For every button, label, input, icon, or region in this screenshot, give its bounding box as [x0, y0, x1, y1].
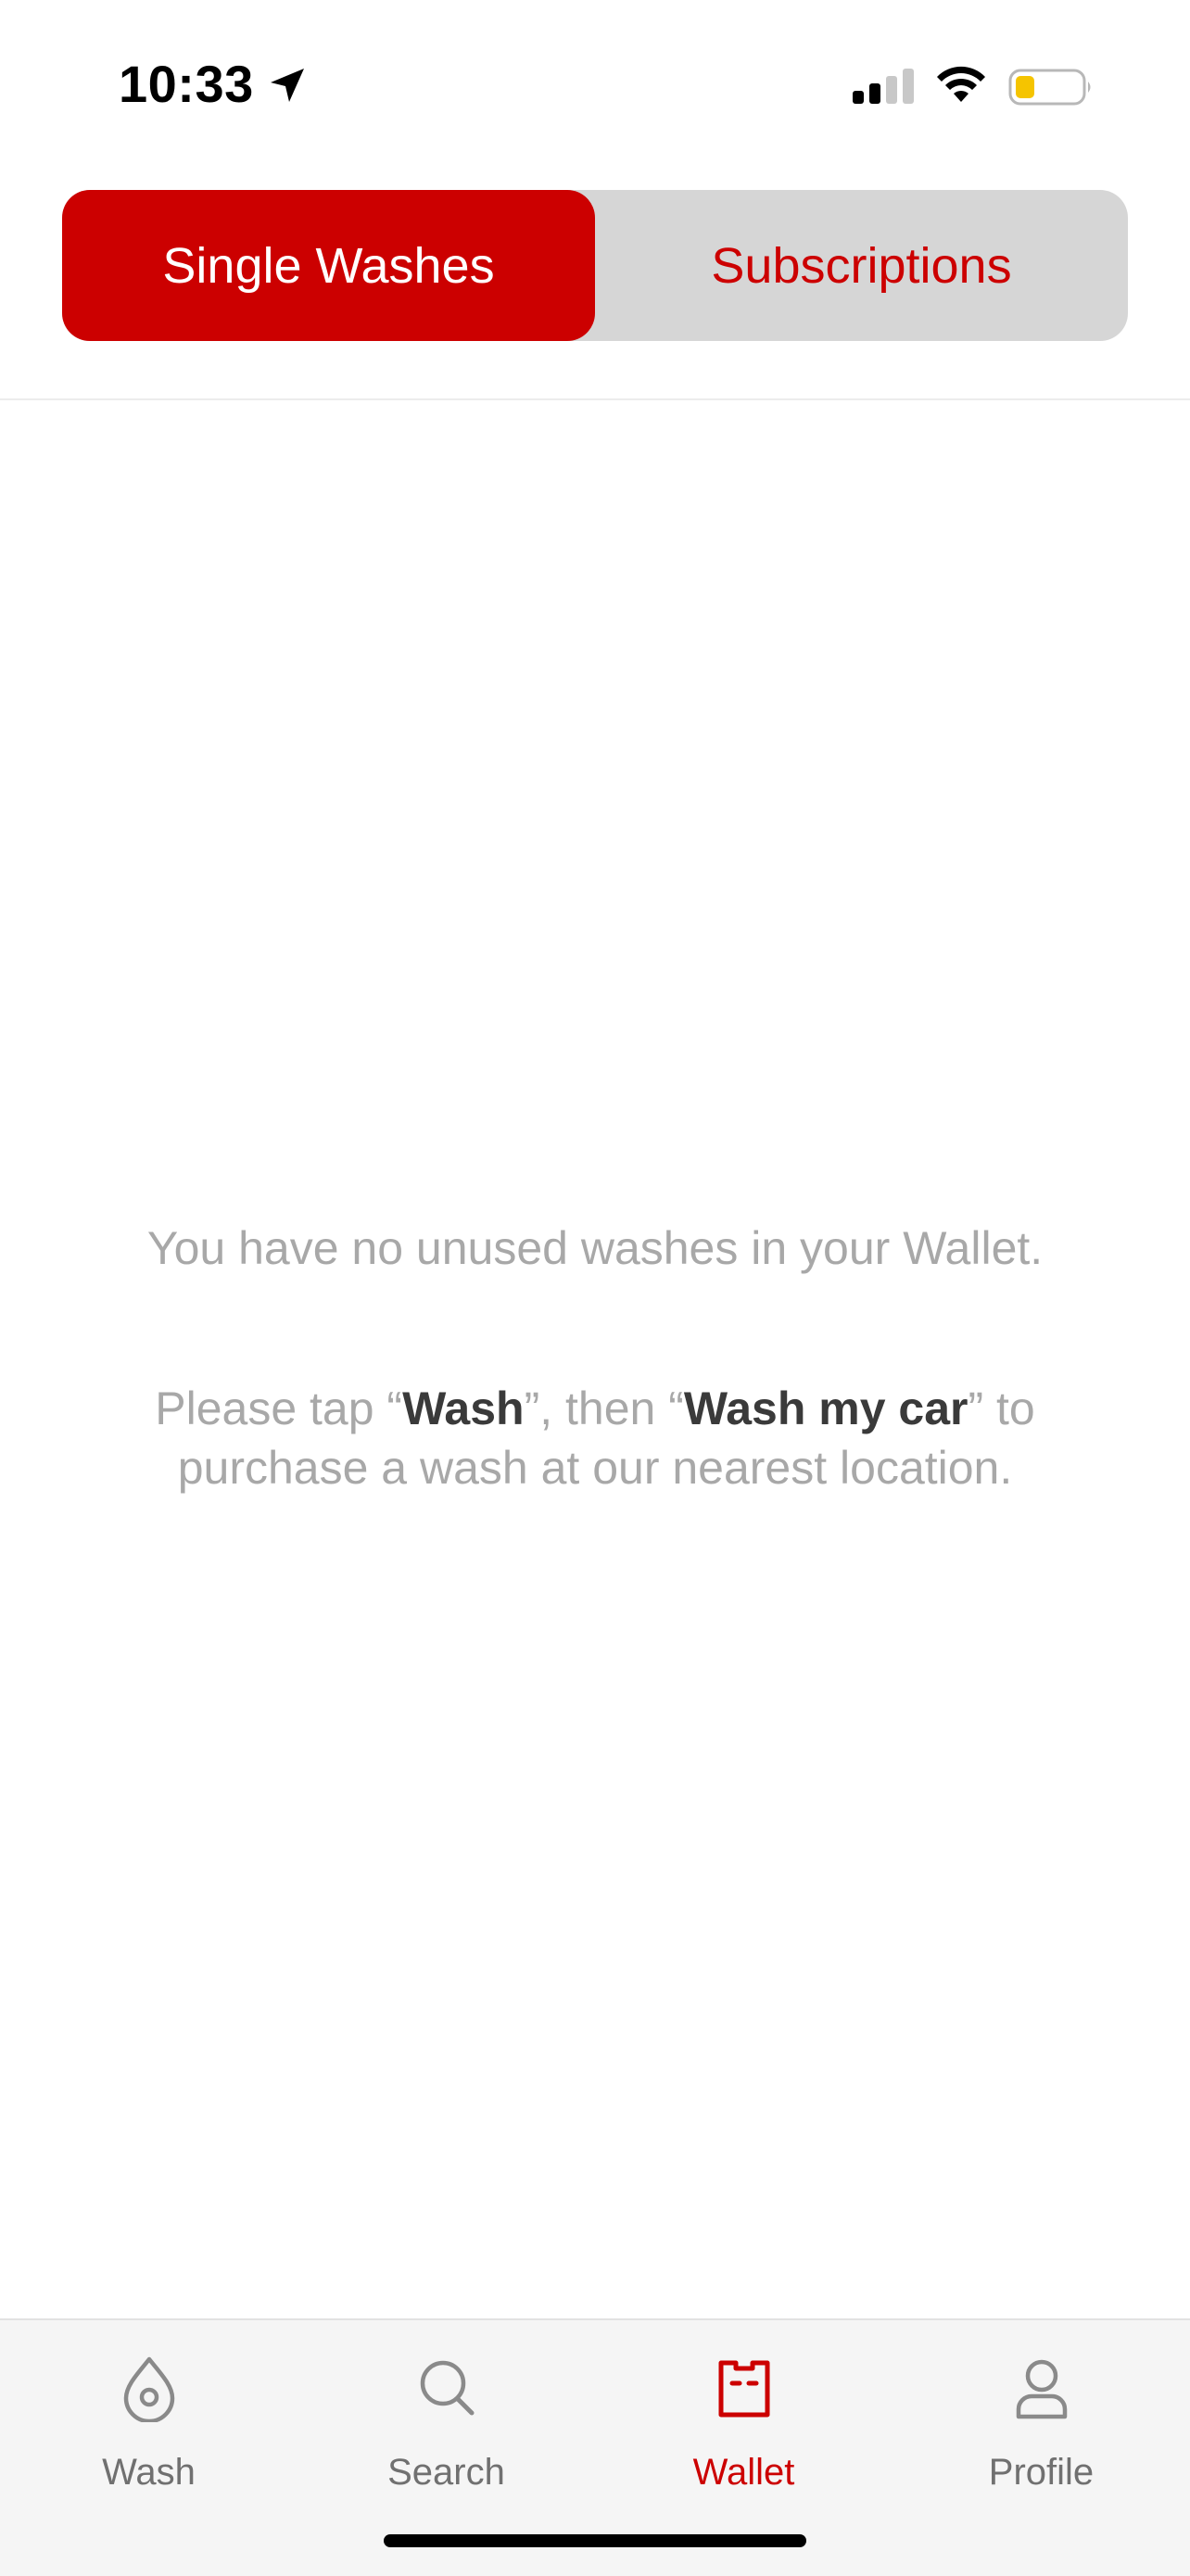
- tab-wallet-label: Wallet: [692, 2452, 795, 2493]
- hint-wash-bold: Wash: [402, 1383, 525, 1434]
- cellular-signal-icon: [853, 69, 914, 104]
- status-time: 10:33: [119, 55, 254, 113]
- home-indicator: [384, 2534, 806, 2547]
- segmented-control: Single Washes Subscriptions: [62, 190, 1128, 341]
- tab-wash[interactable]: Wash: [0, 2320, 298, 2506]
- search-icon: [420, 2360, 475, 2416]
- empty-state-message: You have no unused washes in your Wallet…: [146, 1222, 1044, 1274]
- status-bar: 10:33: [0, 0, 1190, 176]
- tab-profile[interactable]: Profile: [892, 2320, 1190, 2506]
- person-icon: [1016, 2359, 1068, 2419]
- tab-single-washes[interactable]: Single Washes: [62, 190, 595, 341]
- droplet-icon: [123, 2356, 175, 2422]
- hint-middle: ”, then “: [524, 1383, 684, 1434]
- location-arrow-icon: [271, 69, 304, 102]
- tab-subscriptions[interactable]: Subscriptions: [595, 190, 1128, 341]
- hint-prefix: Please tap “: [155, 1383, 403, 1434]
- tab-profile-label: Profile: [988, 2452, 1095, 2493]
- battery-icon: [1008, 69, 1091, 106]
- wifi-icon: [937, 66, 985, 102]
- hint-wash-my-car-bold: Wash my car: [683, 1383, 968, 1434]
- tab-search-label: Search: [387, 2452, 505, 2493]
- header-divider: [0, 398, 1190, 400]
- tab-wash-label: Wash: [102, 2452, 196, 2493]
- tab-wallet[interactable]: Wallet: [595, 2320, 892, 2506]
- tab-search[interactable]: Search: [298, 2320, 595, 2506]
- wallet-icon: [718, 2360, 770, 2418]
- empty-state-hint: Please tap “Wash”, then “Wash my car” to…: [93, 1379, 1097, 1497]
